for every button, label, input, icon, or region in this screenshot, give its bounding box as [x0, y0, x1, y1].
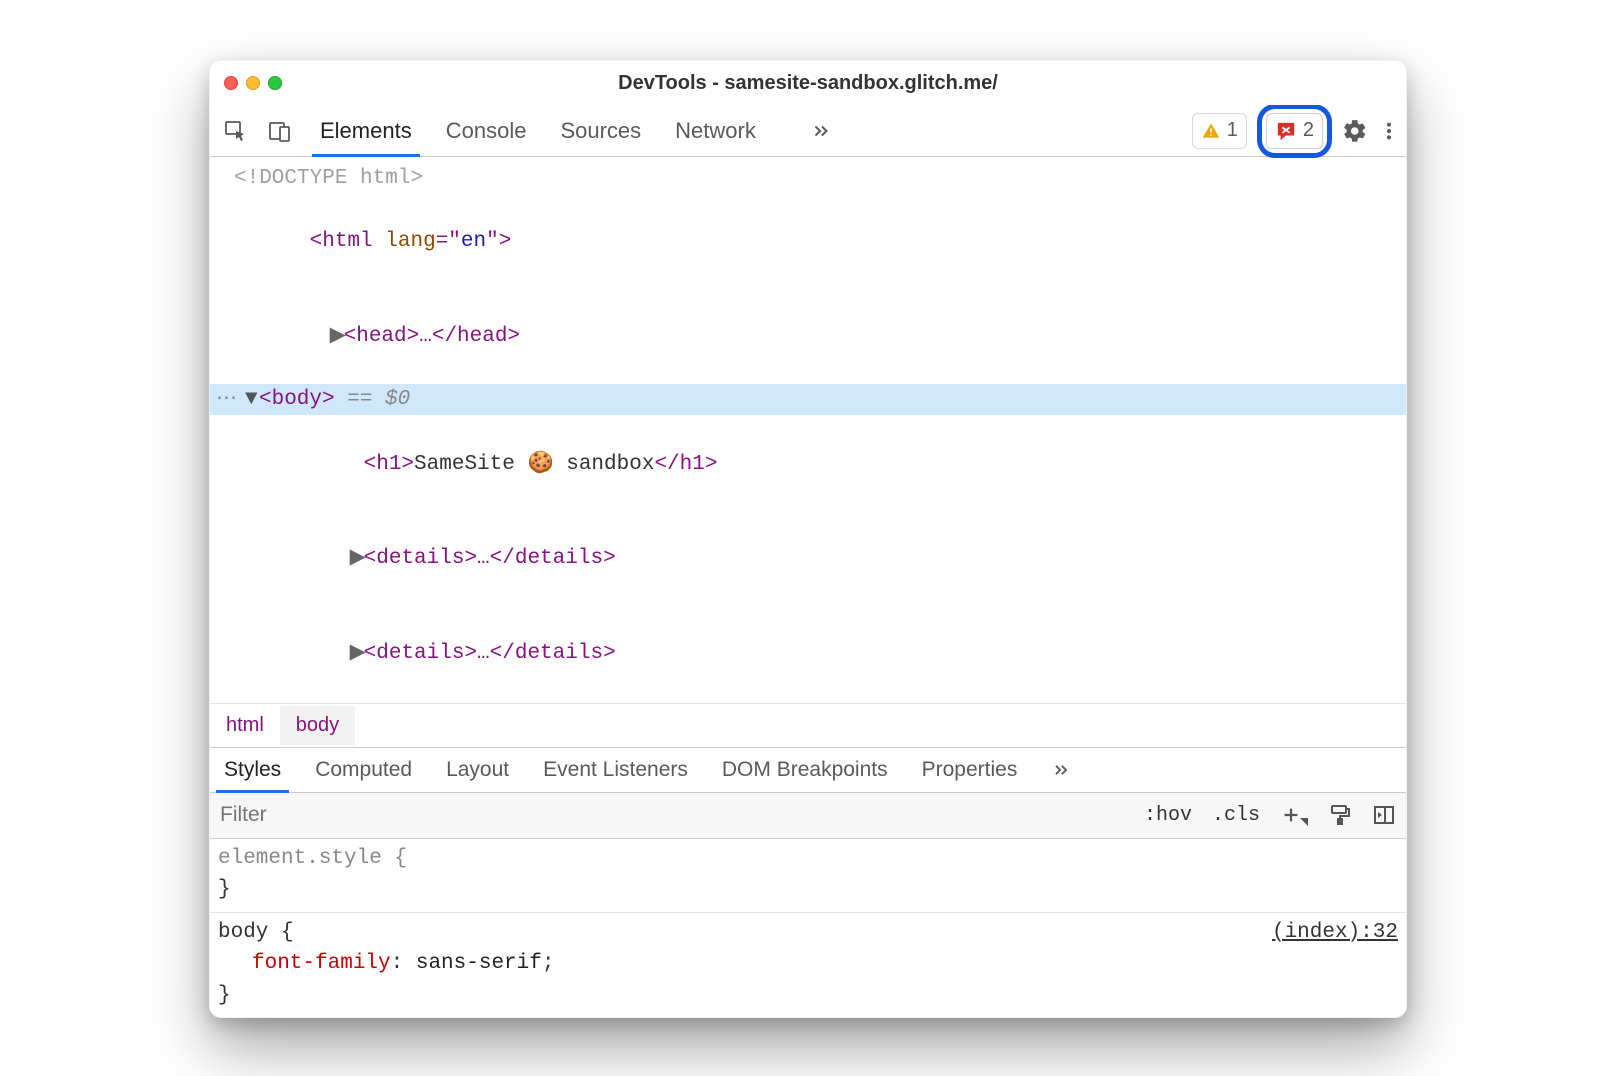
- main-toolbar: Elements Console Sources Network 1 2: [210, 105, 1406, 157]
- warnings-count: 1: [1227, 119, 1238, 142]
- tab-console[interactable]: Console: [446, 105, 527, 156]
- dom-head-collapsed[interactable]: ▶<head>…</head>: [220, 289, 1396, 384]
- window-controls: [224, 76, 282, 90]
- breadcrumb: html body: [210, 703, 1406, 747]
- expand-arrow-icon[interactable]: ▶: [350, 543, 364, 575]
- subtab-layout[interactable]: Layout: [446, 748, 509, 792]
- dom-doctype[interactable]: <!DOCTYPE html>: [220, 163, 1396, 195]
- tab-network[interactable]: Network: [675, 105, 756, 156]
- dom-tree[interactable]: <!DOCTYPE html> <html lang="en"> ▶<head>…: [210, 157, 1406, 703]
- issues-count: 2: [1303, 119, 1314, 142]
- maximize-window-button[interactable]: [268, 76, 282, 90]
- dom-html-open[interactable]: <html lang="en">: [220, 195, 1396, 290]
- paint-icon[interactable]: [1318, 803, 1362, 827]
- new-style-rule-icon[interactable]: [1270, 804, 1318, 826]
- subtab-styles[interactable]: Styles: [224, 748, 281, 792]
- rule-source-link[interactable]: (index):32: [1272, 917, 1398, 949]
- styles-tabbar: Styles Computed Layout Event Listeners D…: [210, 747, 1406, 793]
- more-subtabs-icon[interactable]: [1051, 760, 1071, 780]
- tab-elements[interactable]: Elements: [320, 105, 412, 156]
- styles-filterbar: :hov .cls: [210, 793, 1406, 839]
- minimize-window-button[interactable]: [246, 76, 260, 90]
- toggle-sidebar-icon[interactable]: [1362, 803, 1406, 827]
- subtab-dom-breakpoints[interactable]: DOM Breakpoints: [722, 748, 888, 792]
- dom-body-open[interactable]: ⋯▼<body> == $0: [210, 384, 1406, 416]
- breadcrumb-html[interactable]: html: [210, 706, 280, 745]
- cls-toggle[interactable]: .cls: [1202, 804, 1270, 827]
- hov-toggle[interactable]: :hov: [1134, 804, 1202, 827]
- styles-pane: element.style { } (index):32 body { font…: [210, 839, 1406, 1018]
- more-tabs-icon[interactable]: [810, 105, 832, 156]
- devtools-window: DevTools - samesite-sandbox.glitch.me/ E…: [209, 60, 1407, 1018]
- tab-sources[interactable]: Sources: [560, 105, 641, 156]
- kebab-menu-icon[interactable]: [1378, 118, 1400, 144]
- dom-details-2[interactable]: ▶<details>…</details>: [220, 606, 1396, 701]
- device-toggle-icon[interactable]: [268, 119, 292, 143]
- inspect-element-icon[interactable]: [224, 119, 248, 143]
- dom-details-1[interactable]: ▶<details>…</details>: [220, 512, 1396, 607]
- subtab-computed[interactable]: Computed: [315, 748, 412, 792]
- breadcrumb-body[interactable]: body: [280, 706, 355, 745]
- subtab-event-listeners[interactable]: Event Listeners: [543, 748, 688, 792]
- window-title: DevTools - samesite-sandbox.glitch.me/: [210, 72, 1406, 95]
- style-rule-body[interactable]: (index):32 body { font-family: sans-seri…: [210, 913, 1406, 1018]
- dom-h1[interactable]: <h1>SameSite 🍪 sandbox</h1>: [220, 415, 1396, 512]
- warnings-indicator[interactable]: 1: [1192, 113, 1247, 149]
- styles-filter-input[interactable]: [210, 803, 1134, 827]
- collapse-arrow-icon[interactable]: ▼: [245, 384, 259, 416]
- close-window-button[interactable]: [224, 76, 238, 90]
- style-rule-element[interactable]: element.style { }: [210, 839, 1406, 913]
- titlebar: DevTools - samesite-sandbox.glitch.me/: [210, 61, 1406, 105]
- settings-icon[interactable]: [1342, 118, 1368, 144]
- expand-arrow-icon[interactable]: ▶: [350, 638, 364, 670]
- expand-arrow-icon[interactable]: ▶: [330, 321, 344, 353]
- subtab-properties[interactable]: Properties: [922, 748, 1018, 792]
- issues-highlight: 2: [1257, 104, 1332, 158]
- issues-indicator[interactable]: 2: [1266, 113, 1323, 149]
